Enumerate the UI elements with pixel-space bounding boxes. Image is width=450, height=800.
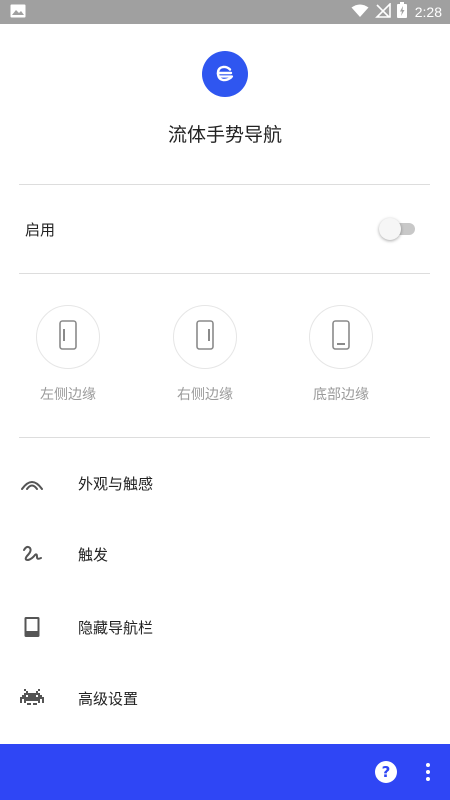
enable-label: 启用 — [25, 220, 56, 239]
divider — [19, 273, 430, 274]
page-title: 流体手势导航 — [167, 124, 282, 146]
enable-toggle[interactable] — [379, 218, 415, 240]
edge-option-left[interactable]: 左侧边缘 — [8, 305, 128, 404]
menu-item-hide-navbar[interactable]: 隐藏导航栏 — [0, 597, 450, 657]
edge-label-bottom: 底部边缘 — [313, 387, 369, 403]
menu-item-advanced[interactable]: 高级设置 — [0, 668, 450, 728]
edge-button-right[interactable] — [173, 305, 237, 369]
status-time: 2:28 — [414, 4, 442, 20]
fluid-gesture-logo-icon — [202, 51, 248, 97]
left-edge-phone-icon — [59, 320, 77, 354]
menu-label-hide-navbar: 隐藏导航栏 — [78, 618, 154, 637]
image-notification-icon — [10, 3, 26, 22]
hide-navbar-icon — [20, 615, 44, 639]
menu-item-appearance[interactable]: 外观与触感 — [0, 453, 450, 513]
help-icon[interactable]: ? — [375, 761, 397, 783]
menu-label-trigger: 触发 — [78, 545, 109, 564]
right-edge-phone-icon — [196, 320, 214, 354]
status-bar: 2:28 — [0, 0, 450, 24]
edge-button-left[interactable] — [36, 305, 100, 369]
menu-item-trigger[interactable]: 触发 — [0, 524, 450, 584]
space-invader-icon — [20, 686, 44, 710]
edge-label-right: 右侧边缘 — [177, 387, 233, 403]
gesture-squiggle-icon — [20, 542, 44, 566]
edge-button-bottom[interactable] — [309, 305, 373, 369]
signal-icon — [374, 1, 391, 22]
bottom-app-bar: ? — [0, 744, 450, 800]
arc-icon — [20, 471, 44, 495]
edge-option-right[interactable]: 右侧边缘 — [145, 305, 265, 404]
bottom-edge-phone-icon — [332, 320, 350, 354]
battery-charging-icon — [396, 2, 407, 22]
help-glyph: ? — [381, 763, 391, 781]
enable-row[interactable]: 启用 — [0, 185, 450, 273]
menu-label-appearance: 外观与触感 — [78, 474, 154, 493]
menu-label-advanced: 高级设置 — [78, 689, 139, 708]
edge-option-bottom[interactable]: 底部边缘 — [281, 305, 401, 404]
toggle-thumb — [379, 218, 401, 240]
edge-label-left: 左侧边缘 — [40, 387, 96, 403]
more-vert-icon[interactable] — [418, 760, 438, 784]
wifi-icon — [351, 3, 369, 22]
divider — [19, 437, 430, 438]
